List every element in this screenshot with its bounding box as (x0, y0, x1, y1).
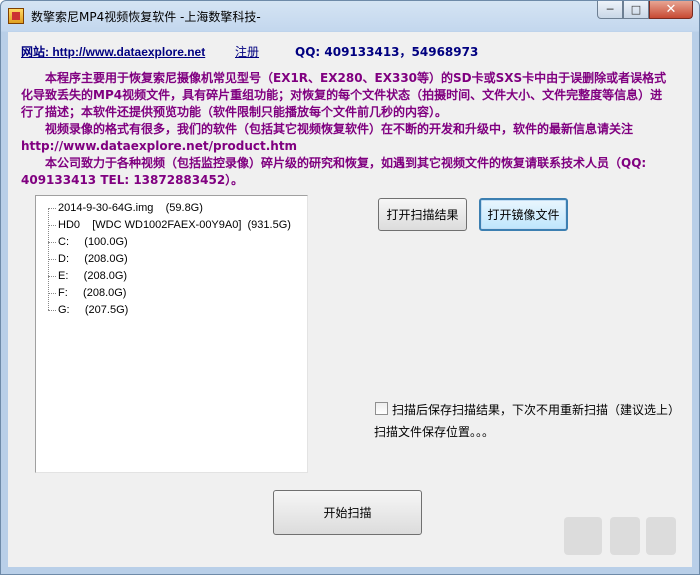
tree-item-f[interactable]: F: (208.0G) (42, 285, 291, 302)
save-scan-result-label[interactable]: 扫描后保存扫描结果，下次不用重新扫描（建议选上） (392, 401, 680, 418)
title-bar[interactable]: 数擎索尼MP4视频恢复软件 -上海数擎科技- ─ □ ✕ (1, 1, 699, 32)
tree-item-c[interactable]: C: (100.0G) (42, 234, 291, 251)
website-link[interactable]: 网站: http://www.dataexplore.net (21, 43, 205, 60)
maximize-icon: □ (630, 3, 642, 16)
register-link[interactable]: 注册 (235, 43, 259, 60)
description-paragraph-2: 视频录像的格式有很多，我们的软件（包括其它视频恢复软件）在不断的开发和升级中，软… (21, 122, 634, 153)
save-scan-result-checkbox[interactable] (375, 402, 388, 415)
description-paragraph-3: 本公司致力于各种视频（包括监控录像）碎片级的研究和恢复，如遇到其它视频文件的恢复… (21, 156, 647, 187)
app-window: 数擎索尼MP4视频恢复软件 -上海数擎科技- ─ □ ✕ 网站: http://… (0, 0, 700, 575)
tree-item-image-file[interactable]: 2014-9-30-64G.img (59.8G) (42, 200, 291, 217)
minimize-button[interactable]: ─ (597, 1, 623, 19)
client-area: 网站: http://www.dataexplore.net 注册 QQ: 40… (8, 32, 692, 567)
drive-tree-list: 2014-9-30-64G.img (59.8G) HD0 [WDC WD100… (42, 200, 291, 319)
description-paragraph-1: 本程序主要用于恢复索尼摄像机常见型号（EX1R、EX280、EX330等）的SD… (21, 71, 667, 119)
save-location-link[interactable]: 扫描文件保存位置。。。 (374, 423, 494, 440)
maximize-button[interactable]: □ (623, 1, 649, 19)
start-scan-button[interactable]: 开始扫描 (273, 490, 422, 535)
tree-item-d[interactable]: D: (208.0G) (42, 251, 291, 268)
close-icon: ✕ (665, 2, 677, 17)
minimize-icon: ─ (606, 3, 614, 16)
description: 本程序主要用于恢复索尼摄像机常见型号（EX1R、EX280、EX330等）的SD… (21, 70, 671, 189)
watermark-logo (564, 517, 676, 555)
tree-item-g[interactable]: G: (207.5G) (42, 302, 291, 319)
tree-item-hd0[interactable]: HD0 [WDC WD1002FAEX-00Y9A0] (931.5G) (42, 217, 291, 234)
open-scan-result-button[interactable]: 打开扫描结果 (378, 198, 467, 231)
qq-contact: QQ: 409133413，54968973 (295, 45, 479, 59)
tree-item-e[interactable]: E: (208.0G) (42, 268, 291, 285)
drive-tree[interactable]: 2014-9-30-64G.img (59.8G) HD0 [WDC WD100… (35, 195, 308, 473)
close-button[interactable]: ✕ (649, 1, 693, 19)
open-image-file-button[interactable]: 打开镜像文件 (479, 198, 568, 231)
app-icon (8, 8, 24, 24)
window-controls: ─ □ ✕ (597, 1, 693, 21)
window-title: 数擎索尼MP4视频恢复软件 -上海数擎科技- (31, 10, 261, 24)
